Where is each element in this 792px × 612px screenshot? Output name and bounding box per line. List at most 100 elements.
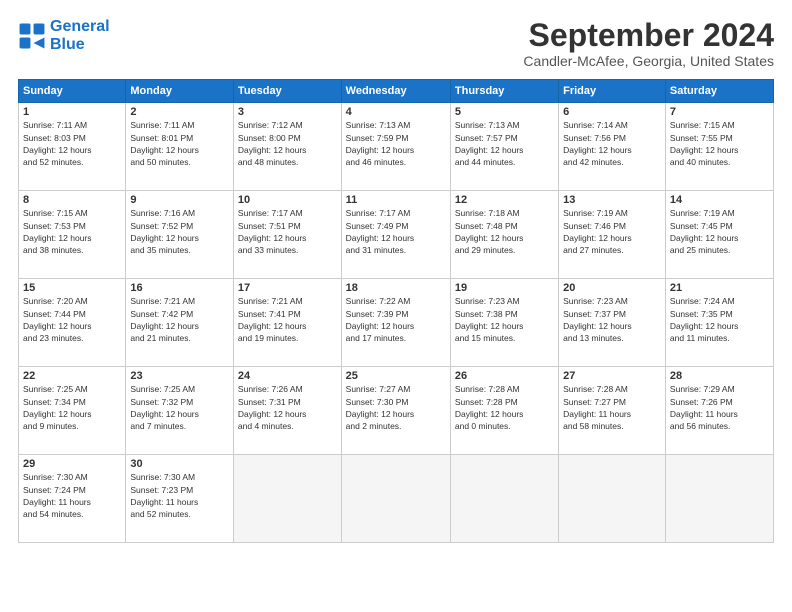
calendar-cell	[450, 455, 558, 543]
day-number: 19	[455, 282, 554, 294]
calendar-cell: 21Sunrise: 7:24 AM Sunset: 7:35 PM Dayli…	[665, 279, 773, 367]
day-info: Sunrise: 7:25 AM Sunset: 7:32 PM Dayligh…	[130, 383, 229, 432]
day-number: 21	[670, 282, 769, 294]
calendar-cell: 25Sunrise: 7:27 AM Sunset: 7:30 PM Dayli…	[341, 367, 450, 455]
calendar-page: General Blue September 2024 Candler-McAf…	[0, 0, 792, 612]
calendar-cell: 13Sunrise: 7:19 AM Sunset: 7:46 PM Dayli…	[559, 191, 666, 279]
day-info: Sunrise: 7:11 AM Sunset: 8:01 PM Dayligh…	[130, 119, 229, 168]
calendar-cell	[665, 455, 773, 543]
day-info: Sunrise: 7:21 AM Sunset: 7:41 PM Dayligh…	[238, 295, 337, 344]
day-info: Sunrise: 7:12 AM Sunset: 8:00 PM Dayligh…	[238, 119, 337, 168]
day-number: 7	[670, 106, 769, 118]
day-number: 16	[130, 282, 229, 294]
day-info: Sunrise: 7:17 AM Sunset: 7:49 PM Dayligh…	[346, 207, 446, 256]
day-info: Sunrise: 7:17 AM Sunset: 7:51 PM Dayligh…	[238, 207, 337, 256]
calendar-cell: 14Sunrise: 7:19 AM Sunset: 7:45 PM Dayli…	[665, 191, 773, 279]
calendar-cell: 17Sunrise: 7:21 AM Sunset: 7:41 PM Dayli…	[233, 279, 341, 367]
day-info: Sunrise: 7:28 AM Sunset: 7:28 PM Dayligh…	[455, 383, 554, 432]
day-info: Sunrise: 7:28 AM Sunset: 7:27 PM Dayligh…	[563, 383, 661, 432]
calendar-cell: 23Sunrise: 7:25 AM Sunset: 7:32 PM Dayli…	[126, 367, 234, 455]
day-number: 18	[346, 282, 446, 294]
header-sunday: Sunday	[19, 80, 126, 103]
day-info: Sunrise: 7:23 AM Sunset: 7:38 PM Dayligh…	[455, 295, 554, 344]
calendar-cell: 18Sunrise: 7:22 AM Sunset: 7:39 PM Dayli…	[341, 279, 450, 367]
day-info: Sunrise: 7:22 AM Sunset: 7:39 PM Dayligh…	[346, 295, 446, 344]
day-info: Sunrise: 7:19 AM Sunset: 7:46 PM Dayligh…	[563, 207, 661, 256]
day-number: 2	[130, 106, 229, 118]
calendar-cell: 5Sunrise: 7:13 AM Sunset: 7:57 PM Daylig…	[450, 103, 558, 191]
calendar-cell: 16Sunrise: 7:21 AM Sunset: 7:42 PM Dayli…	[126, 279, 234, 367]
calendar-cell: 7Sunrise: 7:15 AM Sunset: 7:55 PM Daylig…	[665, 103, 773, 191]
logo-icon	[18, 22, 46, 50]
calendar-week-row: 15Sunrise: 7:20 AM Sunset: 7:44 PM Dayli…	[19, 279, 774, 367]
day-info: Sunrise: 7:15 AM Sunset: 7:55 PM Dayligh…	[670, 119, 769, 168]
day-info: Sunrise: 7:23 AM Sunset: 7:37 PM Dayligh…	[563, 295, 661, 344]
logo: General Blue	[18, 18, 110, 53]
calendar-cell: 9Sunrise: 7:16 AM Sunset: 7:52 PM Daylig…	[126, 191, 234, 279]
calendar-cell: 26Sunrise: 7:28 AM Sunset: 7:28 PM Dayli…	[450, 367, 558, 455]
day-info: Sunrise: 7:24 AM Sunset: 7:35 PM Dayligh…	[670, 295, 769, 344]
calendar-cell: 4Sunrise: 7:13 AM Sunset: 7:59 PM Daylig…	[341, 103, 450, 191]
calendar-cell	[233, 455, 341, 543]
day-info: Sunrise: 7:26 AM Sunset: 7:31 PM Dayligh…	[238, 383, 337, 432]
calendar-cell: 28Sunrise: 7:29 AM Sunset: 7:26 PM Dayli…	[665, 367, 773, 455]
day-info: Sunrise: 7:18 AM Sunset: 7:48 PM Dayligh…	[455, 207, 554, 256]
day-number: 29	[23, 458, 121, 470]
day-number: 10	[238, 194, 337, 206]
day-number: 23	[130, 370, 229, 382]
day-number: 26	[455, 370, 554, 382]
weekday-header-row: Sunday Monday Tuesday Wednesday Thursday…	[19, 80, 774, 103]
header: General Blue September 2024 Candler-McAf…	[18, 18, 774, 69]
day-number: 13	[563, 194, 661, 206]
day-number: 22	[23, 370, 121, 382]
day-number: 6	[563, 106, 661, 118]
calendar-cell: 22Sunrise: 7:25 AM Sunset: 7:34 PM Dayli…	[19, 367, 126, 455]
calendar-week-row: 8Sunrise: 7:15 AM Sunset: 7:53 PM Daylig…	[19, 191, 774, 279]
calendar-cell: 12Sunrise: 7:18 AM Sunset: 7:48 PM Dayli…	[450, 191, 558, 279]
day-number: 4	[346, 106, 446, 118]
calendar-cell: 3Sunrise: 7:12 AM Sunset: 8:00 PM Daylig…	[233, 103, 341, 191]
day-info: Sunrise: 7:29 AM Sunset: 7:26 PM Dayligh…	[670, 383, 769, 432]
header-saturday: Saturday	[665, 80, 773, 103]
calendar-table: Sunday Monday Tuesday Wednesday Thursday…	[18, 79, 774, 543]
header-wednesday: Wednesday	[341, 80, 450, 103]
day-number: 20	[563, 282, 661, 294]
day-info: Sunrise: 7:30 AM Sunset: 7:23 PM Dayligh…	[130, 471, 229, 520]
day-number: 15	[23, 282, 121, 294]
calendar-week-row: 29Sunrise: 7:30 AM Sunset: 7:24 PM Dayli…	[19, 455, 774, 543]
day-number: 1	[23, 106, 121, 118]
calendar-cell: 15Sunrise: 7:20 AM Sunset: 7:44 PM Dayli…	[19, 279, 126, 367]
day-number: 27	[563, 370, 661, 382]
day-number: 12	[455, 194, 554, 206]
calendar-cell: 11Sunrise: 7:17 AM Sunset: 7:49 PM Dayli…	[341, 191, 450, 279]
calendar-cell: 19Sunrise: 7:23 AM Sunset: 7:38 PM Dayli…	[450, 279, 558, 367]
logo-text: General Blue	[50, 18, 110, 53]
day-info: Sunrise: 7:16 AM Sunset: 7:52 PM Dayligh…	[130, 207, 229, 256]
calendar-cell: 8Sunrise: 7:15 AM Sunset: 7:53 PM Daylig…	[19, 191, 126, 279]
header-friday: Friday	[559, 80, 666, 103]
day-info: Sunrise: 7:20 AM Sunset: 7:44 PM Dayligh…	[23, 295, 121, 344]
day-info: Sunrise: 7:27 AM Sunset: 7:30 PM Dayligh…	[346, 383, 446, 432]
calendar-cell: 2Sunrise: 7:11 AM Sunset: 8:01 PM Daylig…	[126, 103, 234, 191]
calendar-cell: 29Sunrise: 7:30 AM Sunset: 7:24 PM Dayli…	[19, 455, 126, 543]
day-number: 25	[346, 370, 446, 382]
day-number: 11	[346, 194, 446, 206]
day-number: 8	[23, 194, 121, 206]
day-number: 24	[238, 370, 337, 382]
header-monday: Monday	[126, 80, 234, 103]
header-thursday: Thursday	[450, 80, 558, 103]
calendar-cell	[341, 455, 450, 543]
day-info: Sunrise: 7:25 AM Sunset: 7:34 PM Dayligh…	[23, 383, 121, 432]
location: Candler-McAfee, Georgia, United States	[523, 53, 774, 69]
calendar-cell: 1Sunrise: 7:11 AM Sunset: 8:03 PM Daylig…	[19, 103, 126, 191]
calendar-week-row: 1Sunrise: 7:11 AM Sunset: 8:03 PM Daylig…	[19, 103, 774, 191]
calendar-cell: 20Sunrise: 7:23 AM Sunset: 7:37 PM Dayli…	[559, 279, 666, 367]
calendar-cell: 6Sunrise: 7:14 AM Sunset: 7:56 PM Daylig…	[559, 103, 666, 191]
day-info: Sunrise: 7:13 AM Sunset: 7:57 PM Dayligh…	[455, 119, 554, 168]
day-info: Sunrise: 7:19 AM Sunset: 7:45 PM Dayligh…	[670, 207, 769, 256]
day-info: Sunrise: 7:21 AM Sunset: 7:42 PM Dayligh…	[130, 295, 229, 344]
day-number: 9	[130, 194, 229, 206]
calendar-week-row: 22Sunrise: 7:25 AM Sunset: 7:34 PM Dayli…	[19, 367, 774, 455]
title-block: September 2024 Candler-McAfee, Georgia, …	[523, 18, 774, 69]
calendar-cell: 24Sunrise: 7:26 AM Sunset: 7:31 PM Dayli…	[233, 367, 341, 455]
